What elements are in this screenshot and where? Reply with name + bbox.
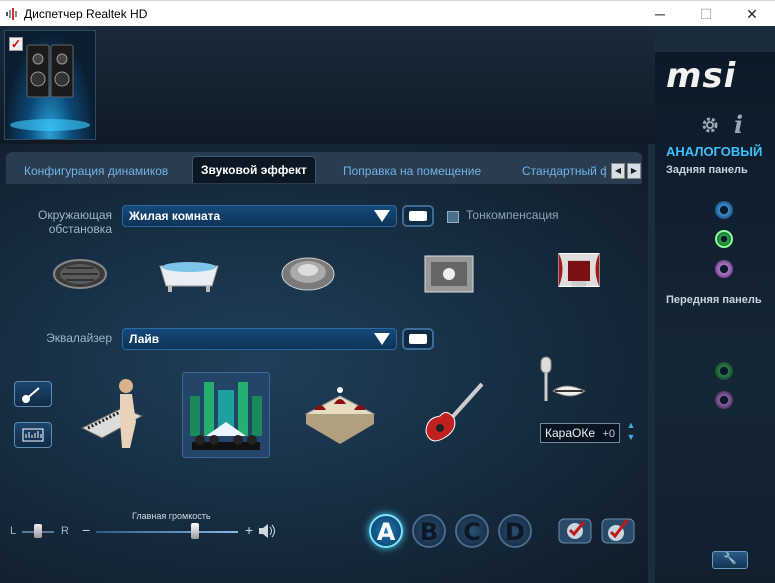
wrench-icon[interactable]: 🔧 (712, 551, 748, 569)
front-jack-pink[interactable] (715, 391, 733, 409)
environment-selected: Жилая комната (129, 209, 221, 223)
graphic-eq-button[interactable] (14, 422, 52, 448)
quick-profile-d-button[interactable]: D (498, 514, 532, 548)
karaoke-value: +0 (602, 428, 615, 440)
quick-profile-a-button[interactable]: A (369, 514, 403, 548)
volume-track[interactable] (96, 531, 238, 533)
karaoke-field[interactable]: КараОКе +0 (540, 423, 620, 443)
karaoke-label: КараОКе (545, 426, 596, 440)
environment-label-line2: обстановка (48, 222, 112, 236)
chevron-down-icon (374, 333, 390, 345)
apply-all-check-icon[interactable] (601, 516, 635, 546)
club-icon[interactable] (300, 380, 380, 450)
rear-panel-label: Задняя панель (666, 164, 748, 176)
volume-plus-label: + (245, 522, 254, 538)
analog-section-label: АНАЛОГОВЫЙ (666, 144, 763, 159)
speaker-volume-icon[interactable] (257, 523, 275, 539)
loudness-checkbox[interactable] (447, 211, 459, 223)
quick-profile-b-button[interactable]: B (412, 514, 446, 548)
rock-icon[interactable] (420, 380, 490, 450)
realtek-speaker-icon (6, 8, 17, 20)
karaoke-mic-icon[interactable] (533, 351, 589, 407)
tab-room-correction[interactable]: Поправка на помещение (343, 164, 481, 178)
balance-thumb[interactable] (34, 524, 42, 538)
tab-scroll-left-button[interactable]: ◀ (611, 163, 625, 179)
maximize-button[interactable]: ☐ (683, 1, 729, 27)
karaoke-down-button[interactable]: ▼ (625, 432, 637, 442)
msi-logo: msi (666, 56, 737, 96)
balance-left-label: L (10, 525, 17, 537)
environment-reset-button[interactable] (402, 205, 434, 227)
rear-jack-green[interactable] (715, 230, 733, 248)
tab-sound-effect[interactable]: Звуковой эффект (192, 156, 316, 183)
environment-label-line1: Окружающая (37, 208, 112, 222)
volume-minus-label: − (82, 522, 91, 538)
theater-icon[interactable] (551, 248, 607, 292)
equalizer-dropdown[interactable]: Лайв (122, 328, 397, 350)
balance-right-label: R (61, 525, 69, 537)
tab-standard-format[interactable]: Стандартный ф (522, 164, 606, 178)
equalizer-bars-icon (22, 428, 44, 442)
box-room-icon[interactable] (421, 252, 477, 296)
device-strip (0, 26, 655, 144)
volume-thumb[interactable] (191, 523, 200, 539)
quick-profile-c-button[interactable]: C (455, 514, 489, 548)
equalizer-reset-button[interactable] (402, 328, 434, 350)
guitar-small-icon (22, 387, 40, 403)
chevron-down-icon (374, 210, 390, 222)
close-button[interactable]: ✕ (729, 1, 775, 27)
environment-dropdown[interactable]: Жилая комната (122, 205, 397, 227)
equalizer-label: Эквалайзер (46, 331, 112, 345)
rear-jack-pink[interactable] (715, 260, 733, 278)
karaoke-up-button[interactable]: ▲ (625, 420, 637, 430)
manhole-icon[interactable] (52, 252, 108, 296)
loudness-label: Тонкомпенсация (466, 208, 559, 222)
apply-check-icon[interactable] (558, 516, 592, 546)
title-bar: Диспетчер Realtek HD ─ ☐ ✕ (0, 0, 775, 26)
front-panel-label: Передняя панель (666, 294, 762, 306)
tab-speaker-config[interactable]: Конфигурация динамиков (24, 164, 168, 178)
window-title: Диспетчер Realtek HD (24, 7, 148, 21)
guitar-mode-button[interactable] (14, 381, 52, 407)
main-volume-label: Главная громкость (132, 511, 211, 521)
tab-scroll-right-button[interactable]: ▶ (627, 163, 641, 179)
bathtub-icon[interactable] (156, 252, 222, 296)
rear-jack-blue[interactable] (715, 201, 733, 219)
pop-icon[interactable] (78, 372, 146, 452)
minimize-button[interactable]: ─ (637, 1, 683, 27)
settings-gear-icon[interactable] (700, 115, 720, 135)
speakers-icon (10, 44, 90, 131)
live-icon[interactable] (186, 376, 266, 454)
speakers-device-tile[interactable]: ✓ (4, 30, 96, 140)
stone-disc-icon[interactable] (280, 250, 336, 294)
front-jack-green[interactable] (715, 362, 733, 380)
info-icon[interactable]: i (734, 110, 743, 139)
equalizer-selected: Лайв (129, 332, 160, 346)
